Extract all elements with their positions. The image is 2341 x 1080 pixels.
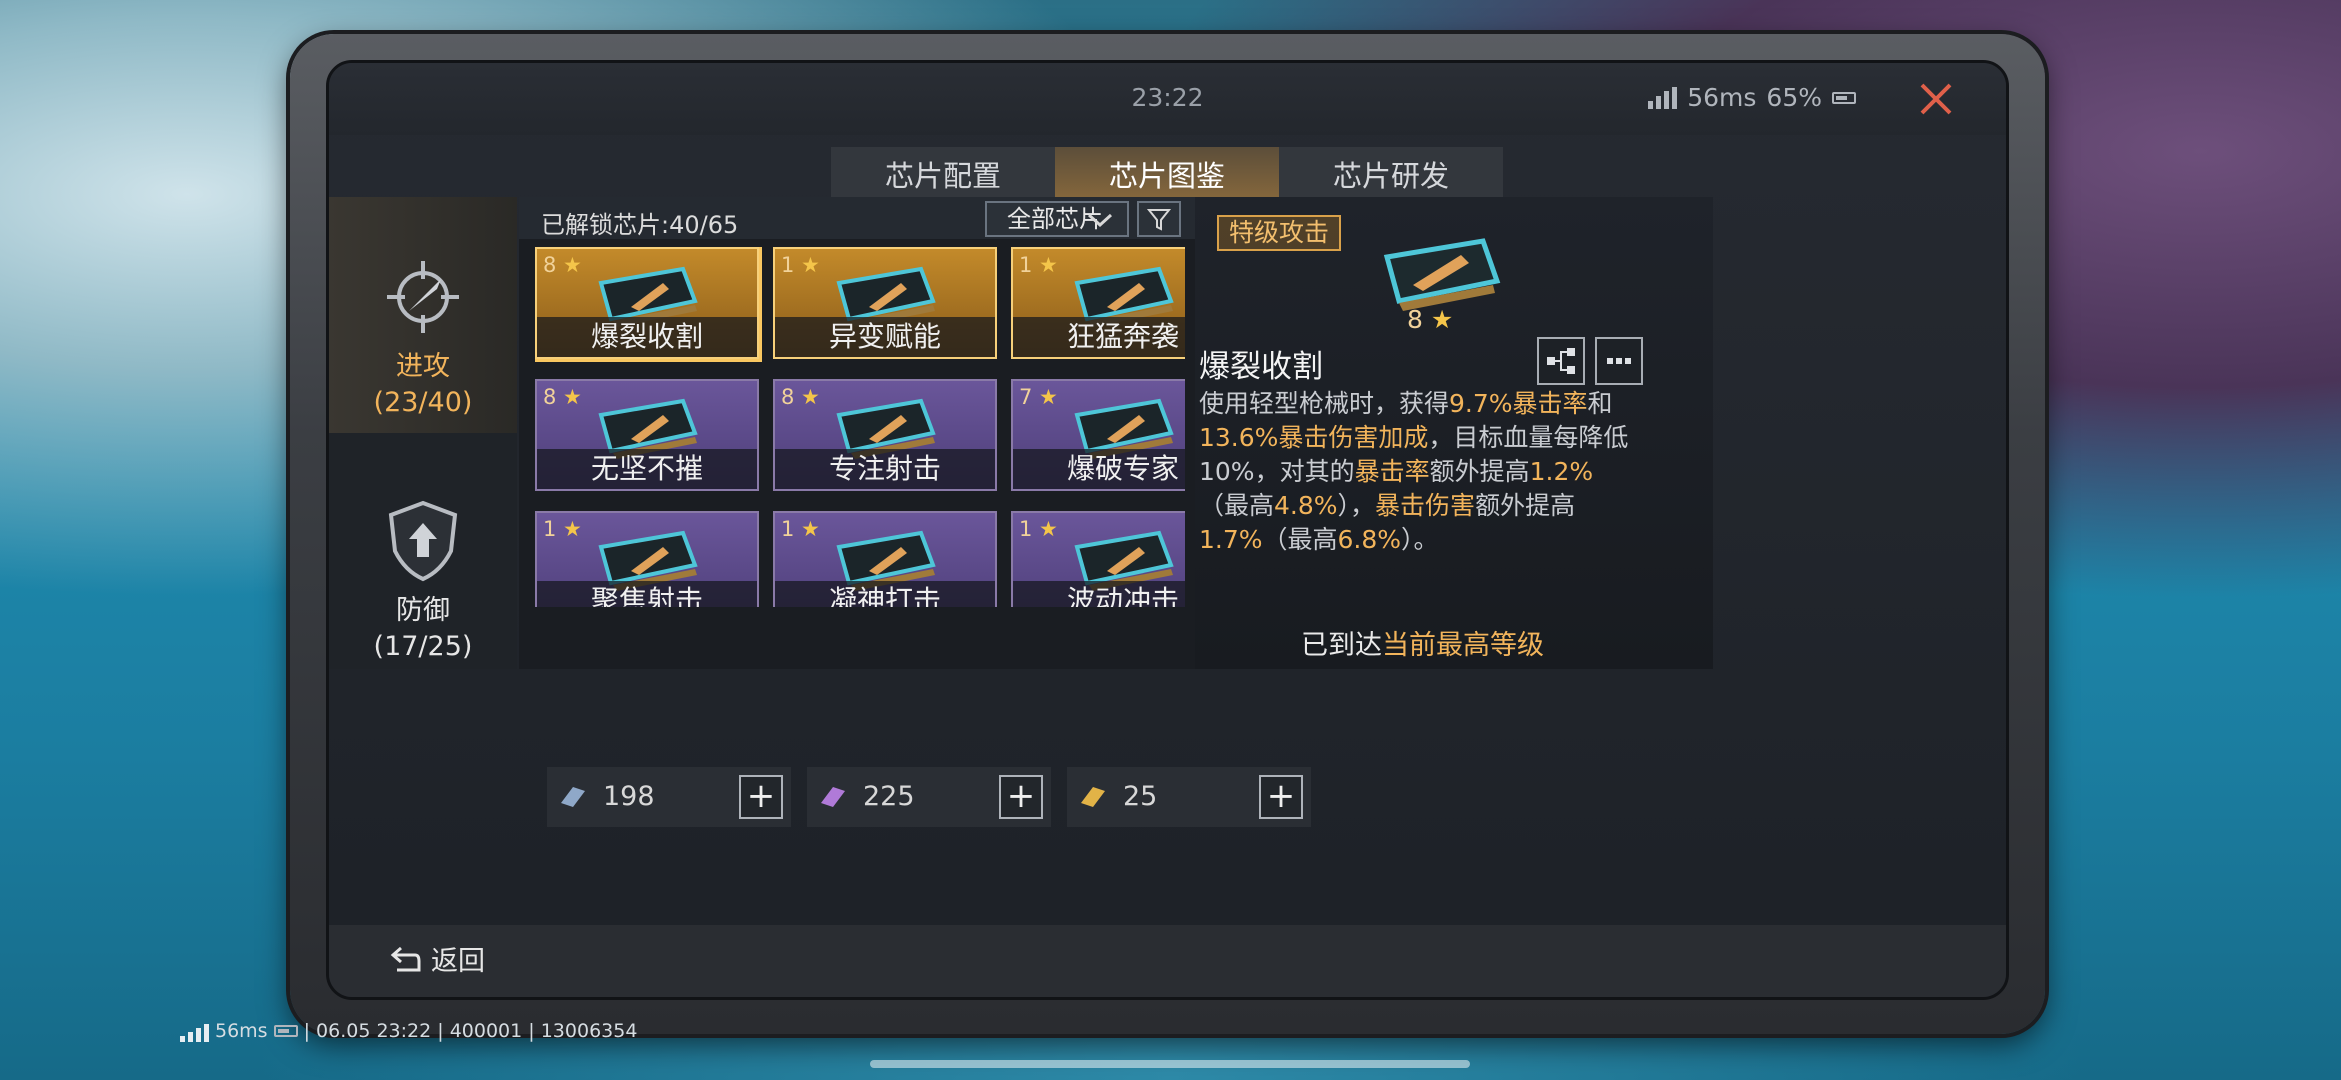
debug-ping: 56ms — [215, 1020, 268, 1042]
chip-name: 凝神打击 — [775, 581, 995, 607]
resource-blue: 198 + — [547, 767, 791, 827]
chip-card[interactable]: 1 ★ 凝神打击 — [773, 511, 997, 607]
resource-purple: 225 + — [807, 767, 1051, 827]
close-icon — [1920, 83, 1952, 115]
star-icon: ★ — [1032, 517, 1058, 541]
home-indicator[interactable] — [870, 1060, 1470, 1068]
shotgun-chip-icon — [1383, 238, 1501, 311]
chip-name: 波动冲击 — [1013, 581, 1185, 607]
sidebar-item-defense[interactable]: 防御 (17/25) — [329, 493, 517, 669]
star-icon: ★ — [1032, 385, 1058, 409]
detail-chip-name: 爆裂收割 — [1199, 349, 1323, 385]
sidebar-label-defense: 防御 — [396, 595, 450, 626]
filter-funnel-icon — [1146, 209, 1172, 231]
more-options-button[interactable] — [1595, 337, 1643, 385]
return-arrow-icon — [390, 946, 421, 971]
chip-card[interactable]: 1 ★ 狂猛奔袭 — [1011, 247, 1185, 359]
chip-card[interactable]: 1 ★ 异变赋能 — [773, 247, 997, 359]
resource-count: 198 — [603, 781, 655, 812]
unlocked-count: 已解锁芯片:40/65 — [541, 211, 739, 239]
star-icon: ★ — [556, 253, 582, 277]
chip-star-level: 1 ★ — [781, 517, 820, 541]
tier-badge: 特级攻击 — [1217, 215, 1342, 251]
add-resource-button[interactable]: + — [739, 775, 783, 819]
sidebar-count-defense: (17/25) — [373, 631, 473, 662]
chip-card[interactable]: 1 ★ 波动冲击 — [1011, 511, 1185, 607]
blue-material-icon — [561, 787, 585, 807]
chip-name: 爆破专家 — [1013, 449, 1185, 489]
chip-name: 异变赋能 — [775, 317, 995, 357]
chip-card[interactable]: 8 ★ 爆裂收割 — [535, 247, 759, 359]
chip-star-level: 1 ★ — [543, 517, 582, 541]
chip-list-panel: 已解锁芯片:40/65 全部芯片 8 ★ 爆裂收割 1 ★ 异变赋能 1 ★ 狂猛奔袭 8 … — [519, 197, 1195, 669]
signal-icon — [1648, 86, 1678, 109]
battery-icon — [1832, 91, 1856, 104]
chip-name: 无坚不摧 — [537, 449, 757, 489]
dialog-body: 23:22 56ms 65% 芯片配置 芯片图鉴 芯片研发 进攻 (23/40)… — [326, 60, 2009, 1000]
resource-count: 25 — [1123, 781, 1158, 812]
chip-description: 使用轻型枪械时，获得9.7%暴击率和13.6%暴击伤害加成，目标血量每降低10%… — [1199, 389, 1629, 554]
star-icon: ★ — [556, 385, 582, 409]
chip-filter-dropdown[interactable]: 全部芯片 — [985, 201, 1129, 237]
chip-name: 狂猛奔袭 — [1013, 317, 1185, 357]
chip-name: 聚焦射击 — [537, 581, 757, 607]
chip-star-level: 1 ★ — [1019, 517, 1058, 541]
sidebar-item-attack[interactable]: 进攻 (23/40) — [329, 197, 517, 433]
chip-card[interactable]: 8 ★ 无坚不摧 — [535, 379, 759, 491]
chip-star-level: 1 ★ — [1019, 253, 1058, 277]
chip-grid: 8 ★爆裂收割1 ★异变赋能1 ★狂猛奔袭8 ★沉稳打击8 ★无坚不摧8 ★专注… — [535, 247, 1185, 607]
resource-gold: 25 + — [1067, 767, 1311, 827]
signal-icon — [180, 1020, 209, 1042]
star-icon: ★ — [794, 517, 820, 541]
top-status-bar: 23:22 56ms 65% — [329, 63, 2006, 135]
chevron-down-icon — [1087, 213, 1113, 227]
detail-star-level: 8 ★ — [1407, 305, 1454, 334]
tree-view-button[interactable] — [1537, 337, 1585, 385]
shield-icon — [388, 500, 458, 582]
chip-card[interactable]: 8 ★ 专注射击 — [773, 379, 997, 491]
chip-star-level: 8 ★ — [781, 385, 820, 409]
category-sidebar: 进攻 (23/40) 防御 (17/25) — [329, 197, 517, 669]
more-dots-icon — [1607, 358, 1631, 364]
gold-material-icon — [1081, 787, 1105, 807]
chip-name: 专注射击 — [775, 449, 995, 489]
star-icon: ★ — [794, 385, 820, 409]
back-label: 返回 — [431, 946, 485, 977]
max-level-notice: 已到达当前最高等级 — [1301, 630, 1544, 661]
dialog-frame: 23:22 56ms 65% 芯片配置 芯片图鉴 芯片研发 进攻 (23/40)… — [290, 34, 2045, 1034]
network-status: 56ms 65% — [1648, 83, 1856, 112]
purple-material-icon — [821, 787, 845, 807]
sidebar-label-attack: 进攻 — [396, 351, 450, 382]
ping-value: 56ms — [1687, 83, 1757, 112]
chip-card[interactable]: 1 ★ 聚焦射击 — [535, 511, 759, 607]
chip-name: 爆裂收割 — [537, 317, 757, 357]
battery-value: 65% — [1766, 83, 1822, 112]
chip-star-level: 1 ★ — [781, 253, 820, 277]
filter-button[interactable] — [1137, 201, 1181, 237]
battery-icon — [273, 1025, 298, 1037]
debug-info: | 06.05 23:22 | 400001 | 13006354 — [303, 1020, 638, 1042]
chip-card[interactable]: 7 ★ 爆破专家 — [1011, 379, 1185, 491]
resource-bar: 198 + 225 + 25 + — [547, 767, 1311, 827]
close-button[interactable] — [1916, 79, 1956, 119]
crosshair-bullet-icon — [387, 261, 459, 333]
hierarchy-icon — [1547, 348, 1575, 374]
chip-star-level: 7 ★ — [1019, 385, 1058, 409]
star-icon: ★ — [794, 253, 820, 277]
back-button[interactable]: 返回 — [389, 939, 485, 978]
chip-star-level: 8 ★ — [543, 385, 582, 409]
bottom-bar: 返回 — [329, 925, 2006, 997]
chip-detail-panel: 特级攻击 8 ★ 爆裂收割 使用轻型枪械时，获得9.7%暴击率和13.6%暴击伤… — [1195, 197, 1713, 669]
resource-count: 225 — [863, 781, 915, 812]
star-icon: ★ — [1032, 253, 1058, 277]
add-resource-button[interactable]: + — [1259, 775, 1303, 819]
add-resource-button[interactable]: + — [999, 775, 1043, 819]
chip-star-level: 8 ★ — [543, 253, 582, 277]
star-icon: ★ — [556, 517, 582, 541]
sidebar-count-attack: (23/40) — [373, 387, 473, 418]
debug-status-line: 56ms | 06.05 23:22 | 400001 | 13006354 — [180, 1020, 637, 1042]
chip-list-header: 已解锁芯片:40/65 全部芯片 — [519, 197, 1195, 239]
